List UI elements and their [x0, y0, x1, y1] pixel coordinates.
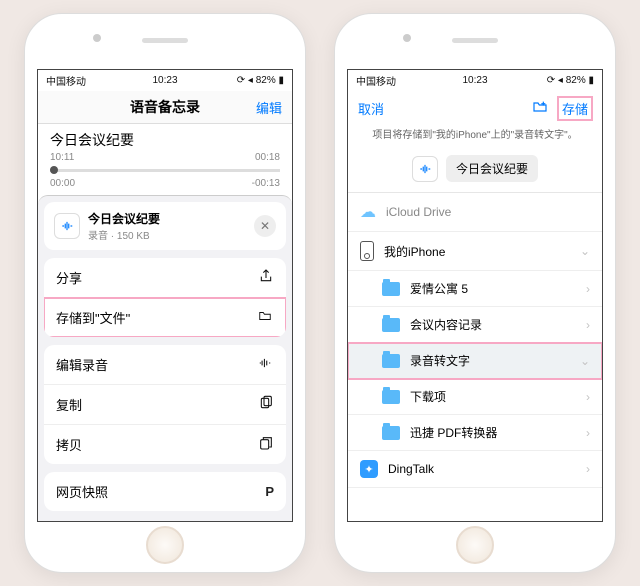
status-carrier: 中国移动 [46, 73, 86, 88]
audio-file-icon [54, 213, 80, 239]
share-icon [258, 268, 274, 287]
folder-pdf[interactable]: 迅捷 PDF转换器 › [348, 415, 602, 451]
files-navbar: 取消 存储 [348, 91, 602, 126]
status-bar: 中国移动 10:23 ⟳ ◂ 82% ▮ [348, 70, 602, 91]
save-button[interactable]: 存储 [558, 97, 592, 120]
status-bar: 中国移动 10:23 ⟳ ◂ 82% ▮ [38, 70, 292, 91]
playback-timeline[interactable] [50, 169, 280, 172]
folder-audio-to-text[interactable]: 录音转文字 ⌄ [348, 343, 602, 379]
status-time: 10:23 [152, 75, 177, 86]
status-time: 10:23 [462, 75, 487, 86]
chevron-right-icon: › [586, 426, 590, 440]
file-name-field[interactable]: 今日会议纪要 [446, 155, 538, 182]
folder-aiqing[interactable]: 爱情公寓 5 › [348, 271, 602, 307]
memo-title: 今日会议纪要 [50, 130, 280, 150]
pos-start: 00:00 [50, 178, 75, 189]
memo-duration: 00:18 [255, 152, 280, 163]
speaker-slot [452, 38, 498, 43]
phone-icon [360, 241, 374, 261]
sheet-sub: 录音 · 150 KB [88, 227, 160, 242]
chevron-right-icon: › [586, 390, 590, 404]
dingtalk-icon: ✦ [360, 460, 378, 478]
navbar: 语音备忘录 编辑 [38, 91, 292, 124]
cloud-icon: ☁︎ [360, 202, 376, 222]
camera-dot [403, 34, 411, 42]
camera-dot [93, 34, 101, 42]
chevron-right-icon: › [586, 318, 590, 332]
sheet-title: 今日会议纪要 [88, 210, 160, 227]
file-preview: 今日会议纪要 [348, 149, 602, 192]
home-button[interactable] [146, 526, 184, 564]
action-duplicate[interactable]: 拷贝 [44, 425, 286, 464]
action-webclip[interactable]: 网页快照 P [44, 472, 286, 511]
chevron-down-icon: ⌄ [580, 354, 590, 368]
folder-downloads[interactable]: 下载项 › [348, 379, 602, 415]
folder-icon [382, 282, 400, 296]
chevron-down-icon: ⌄ [580, 244, 590, 258]
share-sheet: 今日会议纪要 录音 · 150 KB ✕ 分享 存储到"文件" [38, 195, 292, 522]
action-edit-audio[interactable]: 编辑录音 [44, 345, 286, 385]
memo-time: 10:11 [50, 152, 74, 163]
home-button[interactable] [456, 526, 494, 564]
status-battery: ⟳ ◂ 82% ▮ [237, 75, 284, 86]
action-save-to-files[interactable]: 存储到"文件" [44, 298, 286, 337]
new-folder-icon[interactable] [530, 99, 550, 118]
folder-icon [382, 318, 400, 332]
phone-right: 中国移动 10:23 ⟳ ◂ 82% ▮ 取消 存储 项目将存储到"我的iPho… [334, 13, 616, 573]
save-hint: 项目将存储到"我的iPhone"上的"录音转文字"。 [348, 126, 602, 149]
screen-voice-memos: 中国移动 10:23 ⟳ ◂ 82% ▮ 语音备忘录 编辑 今日会议纪要 10:… [37, 69, 293, 522]
folder-meeting[interactable]: 会议内容记录 › [348, 307, 602, 343]
duplicate-icon [258, 435, 274, 454]
chevron-right-icon: › [586, 462, 590, 476]
action-copy[interactable]: 复制 [44, 385, 286, 425]
audio-file-icon [412, 156, 438, 182]
speaker-slot [142, 38, 188, 43]
folder-icon [382, 354, 400, 368]
cancel-button[interactable]: 取消 [358, 99, 384, 118]
location-list: ☁︎ iCloud Drive 我的iPhone ⌄ 爱情公寓 5 › 会议内容… [348, 192, 602, 488]
action-share[interactable]: 分享 [44, 258, 286, 298]
nav-title: 语音备忘录 [130, 97, 200, 117]
loc-dingtalk[interactable]: ✦ DingTalk › [348, 451, 602, 488]
copy-icon [258, 395, 274, 414]
screen-files-save: 中国移动 10:23 ⟳ ◂ 82% ▮ 取消 存储 项目将存储到"我的iPho… [347, 69, 603, 522]
phone-left: 中国移动 10:23 ⟳ ◂ 82% ▮ 语音备忘录 编辑 今日会议纪要 10:… [24, 13, 306, 573]
pos-end: -00:13 [252, 178, 280, 189]
close-icon[interactable]: ✕ [254, 215, 276, 237]
edit-button[interactable]: 编辑 [256, 98, 282, 117]
folder-icon [382, 390, 400, 404]
folder-icon [382, 426, 400, 440]
sheet-header: 今日会议纪要 录音 · 150 KB ✕ [44, 202, 286, 250]
pocket-icon: P [265, 484, 274, 499]
chevron-right-icon: › [586, 282, 590, 296]
loc-icloud[interactable]: ☁︎ iCloud Drive [348, 193, 602, 232]
status-battery: ⟳ ◂ 82% ▮ [547, 75, 594, 86]
folder-icon [256, 309, 274, 326]
status-carrier: 中国移动 [356, 73, 396, 88]
waveform-icon [256, 356, 274, 373]
loc-my-iphone[interactable]: 我的iPhone ⌄ [348, 232, 602, 271]
